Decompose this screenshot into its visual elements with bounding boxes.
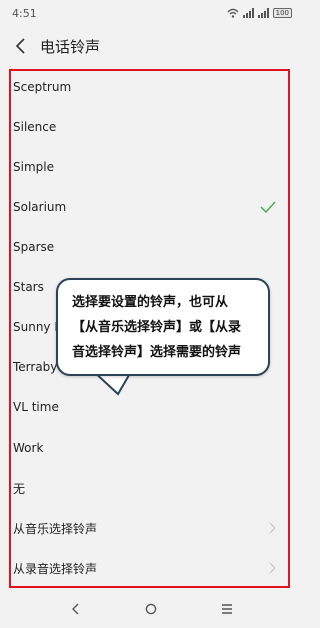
list-item-label: VL time xyxy=(13,400,59,414)
tooltip-line: 选择要设置的铃声，也可从 xyxy=(72,295,229,310)
list-item-label: Sceptrum xyxy=(13,80,72,94)
back-icon[interactable] xyxy=(10,35,32,57)
list-item-from-music[interactable]: 从音乐选择铃声 xyxy=(11,508,288,548)
list-item-solarium[interactable]: Solarium xyxy=(11,187,288,227)
signal-icon xyxy=(242,8,254,18)
instruction-tooltip: 选择要设置的铃声，也可从 【从音乐选择铃声】或【从录 音选择铃声】选择需要的铃声 xyxy=(56,278,270,376)
tooltip-line: 音选择铃声】选择需要的铃声 xyxy=(72,345,242,360)
status-bar: 4:51 100 xyxy=(0,0,302,26)
check-icon xyxy=(260,201,276,213)
status-icons: 100 xyxy=(227,8,292,18)
list-item-none[interactable]: 无 xyxy=(11,468,288,508)
list-item-vl-time[interactable]: VL time xyxy=(11,387,288,427)
nav-home-icon[interactable] xyxy=(140,598,162,620)
list-item-label: 无 xyxy=(13,481,26,496)
tooltip-line: 【从音乐选择铃声】或【从录 xyxy=(72,320,242,335)
list-item-label: Solarium xyxy=(13,200,67,214)
chevron-right-icon xyxy=(269,522,276,534)
page-title: 电话铃声 xyxy=(40,37,101,56)
nav-back-icon[interactable] xyxy=(64,598,86,620)
wifi-icon xyxy=(227,8,239,18)
navigation-bar xyxy=(0,590,302,628)
signal-icon-2 xyxy=(257,8,269,18)
list-item-from-recording[interactable]: 从录音选择铃声 xyxy=(11,548,288,586)
list-item-label: Silence xyxy=(13,120,57,134)
battery-icon: 100 xyxy=(272,8,292,18)
list-item-sceptrum[interactable]: Sceptrum xyxy=(11,71,288,107)
list-item-label: Terrabyt xyxy=(13,360,63,374)
list-item-label: Simple xyxy=(13,160,54,174)
list-item-label: Sparse xyxy=(13,240,55,254)
list-item-label: Work xyxy=(13,441,44,455)
status-time: 4:51 xyxy=(12,6,37,20)
list-item-label: 从音乐选择铃声 xyxy=(13,521,98,536)
list-item-label: Stars xyxy=(13,280,44,294)
list-item-simple[interactable]: Simple xyxy=(11,147,288,187)
list-item-silence[interactable]: Silence xyxy=(11,107,288,147)
list-item-label: 从录音选择铃声 xyxy=(13,561,98,576)
nav-menu-icon[interactable] xyxy=(216,598,238,620)
chevron-right-icon xyxy=(269,562,276,574)
list-item-sparse[interactable]: Sparse xyxy=(11,227,288,267)
header: 电话铃声 xyxy=(0,26,302,66)
list-item-work[interactable]: Work xyxy=(11,428,288,468)
